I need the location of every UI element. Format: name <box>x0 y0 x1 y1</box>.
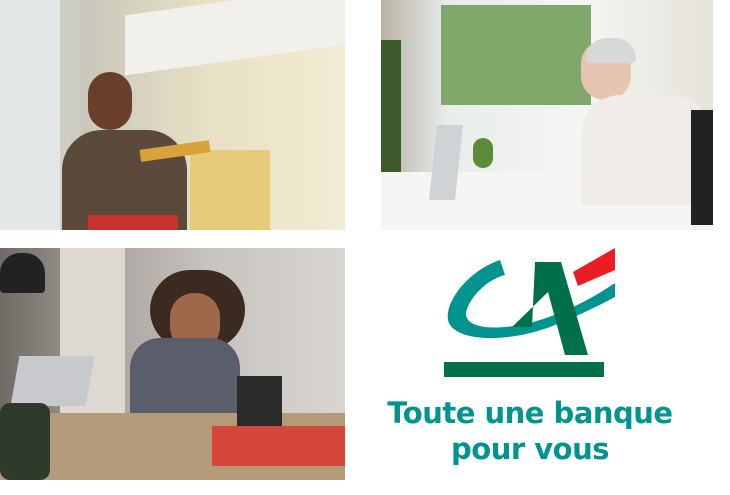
slogan-line-2: pour vous <box>451 432 609 466</box>
logo-bar <box>444 362 604 377</box>
slogan-line-1: Toute une banque <box>387 396 673 430</box>
slogan: Toute une banque pour vous <box>380 395 680 467</box>
photo-woman-on-phone-at-laptop <box>381 0 713 230</box>
logo-red-stripe <box>573 248 615 286</box>
photo-woman-writing-at-desk <box>0 248 345 480</box>
credit-agricole-logo <box>444 248 615 377</box>
photo-man-with-caulking-gun <box>0 0 345 230</box>
